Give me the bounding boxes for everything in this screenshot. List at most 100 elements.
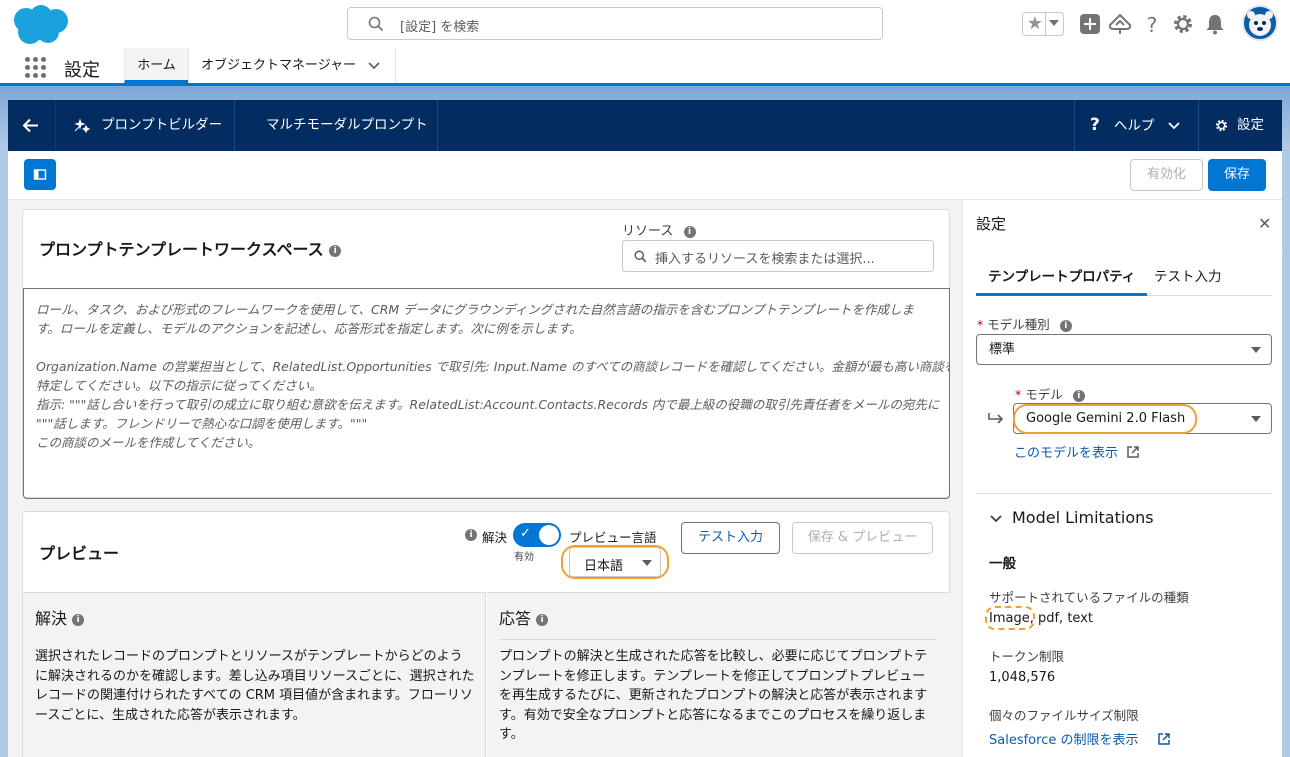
tab-home[interactable]: ホーム [124, 48, 188, 83]
model-type-label-text: モデル種別 [987, 317, 1050, 332]
panel-toggle-button[interactable] [24, 159, 56, 190]
chevron-down-icon [1168, 122, 1180, 130]
builder-header: プロンプトビルダー マルチモーダルプロンプト ? ヘルプ 設定 [8, 100, 1282, 151]
info-icon[interactable]: i [683, 225, 696, 238]
chevron-down-icon[interactable] [367, 59, 381, 73]
help-icon[interactable]: ? [1140, 12, 1164, 36]
external-link-icon [1157, 733, 1170, 745]
user-avatar[interactable] [1242, 5, 1278, 41]
close-icon[interactable]: ✕ [1258, 214, 1271, 233]
salesforce-limits-link[interactable]: Salesforce の制限を表示 [989, 729, 1171, 748]
chevron-down-icon [1251, 347, 1261, 353]
global-header: [設定] を検索 ★ ? [0, 0, 1290, 48]
token-limit-label: トークン制限 [989, 649, 1065, 664]
info-icon[interactable]: i [465, 529, 477, 541]
model-limitations-heading[interactable]: Model Limitations [1012, 508, 1154, 527]
resource-search-input[interactable]: 挿入するリソースを検索または選択... [622, 240, 934, 272]
workspace-title: プロンプトテンプレートワークスペース i [39, 236, 342, 260]
toggle-state-label: 有効 [514, 552, 534, 563]
builder-settings-button[interactable]: 設定 [1214, 100, 1264, 151]
response-panel: 応答 i プロンプトの解決と生成された応答を比較し、必要に応じてプロンプトテ ン… [487, 592, 950, 757]
help-label: ヘルプ [1113, 118, 1155, 134]
preview-language-value: 日本語 [584, 559, 624, 574]
highlight-annotation [985, 606, 1035, 630]
resource-label: リソース i [622, 220, 696, 239]
gear-icon[interactable] [1171, 12, 1195, 36]
arrow-left-icon [22, 118, 38, 133]
chevron-down-icon[interactable] [1049, 20, 1059, 26]
settings-tabs: テンプレートプロパティ テスト入力 [976, 258, 1272, 296]
info-icon[interactable]: i [329, 244, 342, 257]
text-line: を再生成するたびに、更新されたプロンプトの解決と応答が表示されます [499, 688, 928, 703]
preview-title: プレビュー [39, 544, 120, 563]
text-line: す。 [499, 727, 524, 742]
trailhead-icon[interactable] [1108, 12, 1132, 36]
info-icon[interactable]: i [72, 613, 85, 626]
workspace-card: プロンプトテンプレートワークスペース i リソース i 挿入するリソースを検索ま… [22, 209, 950, 499]
resolve-panel-text: 選択されたレコードのプロンプトとリソースがテンプレートからどのよう に解決される… [35, 647, 475, 725]
svg-text:?: ? [1147, 13, 1158, 36]
model-type-select[interactable]: 標準 [976, 334, 1272, 365]
preview-language-label: プレビュー言語 [569, 530, 657, 545]
response-panel-title-text: 応答 [499, 609, 532, 628]
text-line: 選択されたレコードのプロンプトとリソースがテンプレートからどのよう [35, 649, 463, 664]
info-icon[interactable]: i [1059, 319, 1072, 332]
settings-panel: 設定 ✕ テンプレートプロパティ テスト入力 * モデル種別 i 標準 * モデ… [962, 200, 1283, 757]
save-preview-button[interactable]: 保存 & プレビュー [792, 522, 933, 554]
resolve-toggle[interactable]: ✓ [513, 523, 561, 547]
sidebar-icon [33, 169, 47, 180]
template-line: Organization.Name の営業担当として、RelatedList.O… [36, 359, 950, 374]
tab-object-manager[interactable]: オブジェクトマネージャー [188, 48, 396, 83]
text-line: に解決されるのかを確認します。差し込み項目リソースごとに、選択された [35, 668, 475, 684]
preview-card: プレビュー i 解決 ✓ 有効 プレビュー言語 日本語 テスト入力 保存 & プ… [22, 511, 950, 757]
bell-icon[interactable] [1203, 12, 1227, 36]
tab-test-input[interactable]: テスト入力 [1142, 258, 1234, 296]
resolve-panel: 解決 i 選択されたレコードのプロンプトとリソースがテンプレートからどのよう に… [23, 592, 486, 757]
response-panel-text: プロンプトの解決と生成された応答を比較し、必要に応じてプロンプトテ ンプレートを… [499, 647, 927, 745]
general-heading: 一般 [989, 556, 1016, 572]
chevron-down-icon [1251, 416, 1261, 422]
info-icon[interactable]: i [1072, 389, 1085, 402]
resource-search-placeholder: 挿入するリソースを検索または選択... [655, 252, 875, 267]
chevron-down-icon[interactable] [989, 512, 1003, 526]
template-line: す。ロールを定義し、モデルのアクションを記述し、応答形式を指定します。次に例を示… [36, 321, 582, 336]
global-search[interactable]: [設定] を検索 [347, 7, 883, 40]
back-button[interactable] [8, 100, 56, 151]
prompt-builder-title: プロンプトビルダー [101, 117, 223, 133]
workspace-title-text: プロンプトテンプレートワークスペース [39, 240, 324, 259]
favorites-button[interactable]: ★ [1022, 12, 1064, 36]
template-editor[interactable]: ロール、タスク、および形式のフレームワークを使用して、CRM データにグラウンデ… [23, 288, 950, 499]
global-create-icon[interactable] [1078, 12, 1102, 36]
builder-settings-label: 設定 [1237, 117, 1264, 133]
resolve-panel-title: 解決 i [35, 605, 85, 629]
app-launcher-icon[interactable] [25, 57, 47, 79]
chevron-down-icon [642, 560, 652, 566]
template-line: 特定してください。以下の指示に従ってください。 [36, 378, 322, 393]
view-model-link-text: このモデルを表示 [1014, 446, 1119, 461]
info-icon[interactable]: i [536, 613, 549, 626]
search-placeholder: [設定] を検索 [400, 20, 480, 35]
model-label-text: モデル [1025, 387, 1063, 402]
avatar-icon [1247, 11, 1273, 36]
resolve-panel-title-text: 解決 [35, 609, 68, 628]
test-input-button[interactable]: テスト入力 [681, 522, 780, 554]
builder-surface: 有効化 保存 プロンプトテンプレートワークスペース i リソース i 挿入するリ… [8, 151, 1283, 757]
activate-button[interactable]: 有効化 [1130, 159, 1203, 191]
file-types-label: サポートされているファイルの種類 [989, 590, 1189, 605]
resolve-label: 解決 [482, 530, 508, 545]
response-panel-title: 応答 i [499, 605, 937, 640]
help-menu[interactable]: ? ヘルプ [1090, 100, 1181, 151]
view-model-link[interactable]: このモデルを表示 [1014, 442, 1140, 461]
model-label: * モデル i [1015, 384, 1085, 403]
app-name: 設定 [64, 60, 100, 81]
search-icon [368, 16, 384, 32]
save-button[interactable]: 保存 [1208, 159, 1266, 191]
tab-template-properties[interactable]: テンプレートプロパティ [976, 258, 1148, 296]
text-line: プロンプトの解決と生成された応答を比較し、必要に応じてプロンプトテ [499, 649, 928, 664]
multimodal-prompt-tab[interactable]: マルチモーダルプロンプト [266, 100, 428, 151]
salesforce-logo[interactable] [10, 4, 72, 46]
preview-language-select[interactable]: 日本語 [569, 547, 661, 577]
resource-label-text: リソース [622, 224, 674, 239]
model-type-label: * モデル種別 i [977, 314, 1072, 333]
search-icon [634, 250, 647, 263]
